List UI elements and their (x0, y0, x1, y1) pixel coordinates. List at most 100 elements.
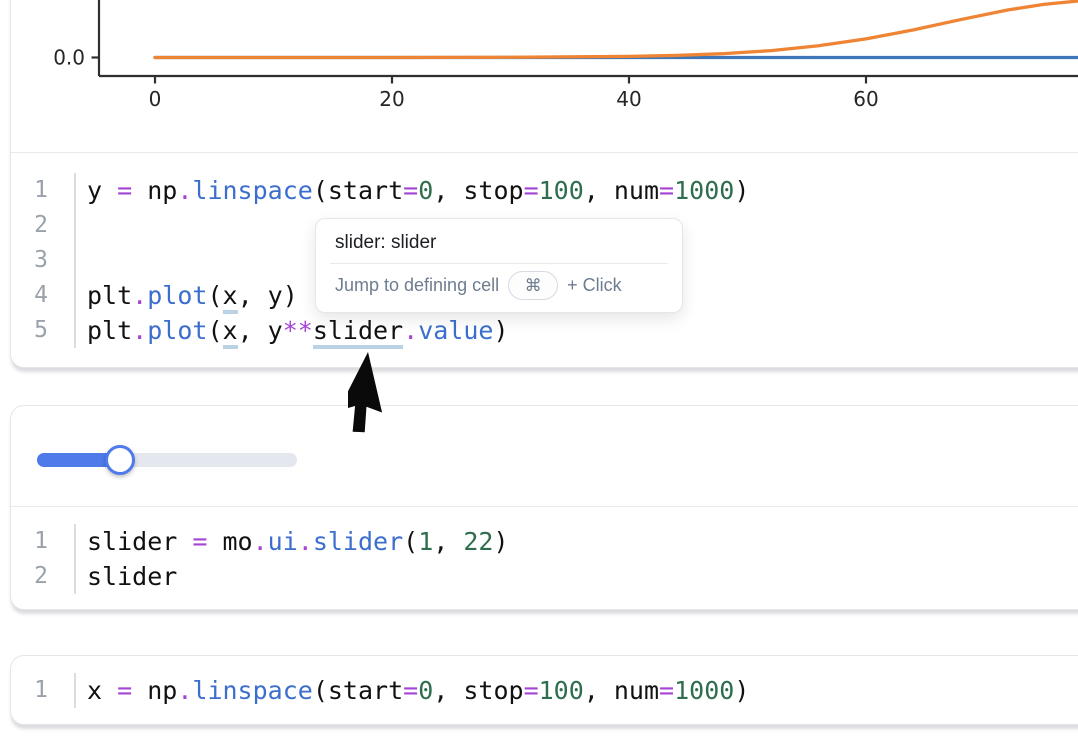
code-token: = (117, 676, 132, 705)
command-key-icon: ⌘ (525, 276, 542, 296)
code-token: . (177, 676, 192, 705)
code-token: y (87, 176, 117, 205)
series-line (155, 0, 1078, 58)
code-token: np (132, 676, 177, 705)
code-token: plot (147, 316, 207, 345)
code-token: np (132, 176, 177, 205)
code-token: . (253, 527, 268, 556)
x-tick-label: 60 (853, 87, 878, 111)
code-token: . (132, 281, 147, 310)
code-token: plt (87, 316, 132, 345)
code-token: ( (403, 527, 418, 556)
code-token: linspace (192, 176, 312, 205)
code-token: slider (87, 562, 177, 591)
code-text[interactable]: slider (74, 559, 1078, 594)
code-token: . (298, 527, 313, 556)
code-text[interactable]: slider = mo.ui.slider(1, 22) (74, 524, 1078, 559)
code-token: . (403, 316, 418, 345)
code-token: 1000 (674, 176, 734, 205)
code-token: 100 (539, 176, 584, 205)
code-token: 1 (418, 527, 433, 556)
click-hint-label: + Click (567, 275, 622, 296)
code-token: 0 (418, 676, 433, 705)
code-token: , num (584, 176, 659, 205)
code-token: = (192, 527, 207, 556)
command-key-badge: ⌘ (508, 271, 558, 300)
code-text[interactable]: y = np.linspace(start=0, stop=100, num=1… (74, 173, 1078, 208)
code-line[interactable]: 1slider = mo.ui.slider(1, 22) (11, 524, 1078, 559)
code-token: slider (313, 527, 403, 556)
line-number: 3 (11, 243, 48, 278)
highlighted-variable[interactable]: slider (313, 316, 403, 349)
code-token: . (132, 316, 147, 345)
highlighted-variable[interactable]: x (223, 281, 238, 314)
code-token: ) (493, 527, 508, 556)
line-number: 2 (11, 208, 48, 243)
code-token: linspace (192, 676, 312, 705)
code-token: 0 (418, 176, 433, 205)
code-token: , num (584, 676, 659, 705)
line-number: 1 (11, 173, 48, 208)
matplotlib-figure: 0.0 0 20 40 60 (11, 0, 1078, 152)
code-token: slider (87, 527, 192, 556)
code-token: ui (268, 527, 298, 556)
mouse-cursor-icon (348, 346, 458, 456)
variable-tooltip: slider: slider Jump to defining cell ⌘ +… (315, 218, 683, 313)
code-line[interactable]: 1x = np.linspace(start=0, stop=100, num=… (11, 673, 1078, 708)
jump-to-cell-label: Jump to defining cell (335, 275, 499, 296)
line-number: 1 (11, 673, 48, 708)
code-token: x (87, 676, 117, 705)
code-token: = (524, 676, 539, 705)
code-token: ) (734, 676, 749, 705)
code-token: 1000 (674, 676, 734, 705)
x-tick-label: 0 (149, 87, 162, 111)
code-text[interactable]: plt.plot(x, y**slider.value) (74, 313, 1078, 348)
code-token: plot (147, 281, 207, 310)
code-token: ** (283, 316, 313, 345)
code-token: (start (313, 676, 403, 705)
code-line[interactable]: 1y = np.linspace(start=0, stop=100, num=… (11, 173, 1078, 208)
code-text[interactable]: x = np.linspace(start=0, stop=100, num=1… (74, 673, 1078, 708)
code-token: , y) (238, 281, 298, 310)
tooltip-action-row: Jump to defining cell ⌘ + Click (316, 264, 682, 307)
x-tick-label: 20 (379, 87, 404, 111)
slider-widget[interactable] (37, 453, 297, 467)
code-token: ( (207, 316, 222, 345)
y-tick-label: 0.0 (53, 46, 85, 70)
code-token: mo (207, 527, 252, 556)
code-token: (start (313, 176, 403, 205)
code-token: = (403, 176, 418, 205)
code-token: . (177, 176, 192, 205)
code-line[interactable]: 2 slider (11, 559, 1078, 594)
code-editor-slider[interactable]: 1slider = mo.ui.slider(1, 22)2slider (11, 507, 1078, 611)
code-token: = (659, 176, 674, 205)
code-token: 100 (539, 676, 584, 705)
highlighted-variable[interactable]: x (223, 316, 238, 349)
code-token: , stop (433, 676, 523, 705)
code-token: plt (87, 281, 132, 310)
code-editor-x[interactable]: 1x = np.linspace(start=0, stop=100, num=… (11, 656, 1078, 721)
code-token: , stop (433, 176, 523, 205)
code-token: ( (207, 281, 222, 310)
line-number: 2 (11, 559, 48, 594)
code-token: ) (493, 316, 508, 345)
code-token: = (659, 676, 674, 705)
code-token: 22 (463, 527, 493, 556)
notebook-cell-x: 1x = np.linspace(start=0, stop=100, num=… (10, 655, 1078, 725)
code-token: = (403, 676, 418, 705)
x-tick-label: 40 (616, 87, 641, 111)
notebook-cell-slider: 1slider = mo.ui.slider(1, 22)2slider (10, 405, 1078, 610)
line-number: 4 (11, 278, 48, 313)
slider-output (11, 406, 1078, 507)
tooltip-title: slider: slider (316, 219, 682, 263)
code-token: = (524, 176, 539, 205)
code-line[interactable]: 5plt.plot(x, y**slider.value) (11, 313, 1078, 348)
code-token: , y (238, 316, 283, 345)
code-token: = (117, 176, 132, 205)
slider-handle[interactable] (105, 445, 135, 475)
plot-output: 0.0 0 20 40 60 (11, 0, 1078, 153)
code-token: value (418, 316, 493, 345)
line-number: 1 (11, 524, 48, 559)
code-token: , (433, 527, 463, 556)
line-number: 5 (11, 313, 48, 348)
